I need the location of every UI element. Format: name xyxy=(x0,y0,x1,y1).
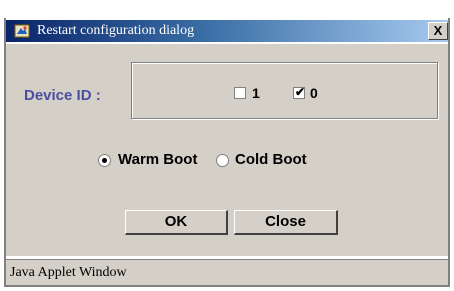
warm-boot-radio[interactable] xyxy=(98,154,111,167)
device-1-label: 1 xyxy=(252,85,260,101)
close-window-button[interactable]: X xyxy=(428,22,448,40)
cold-boot-radio[interactable] xyxy=(216,154,229,167)
window-border-right xyxy=(448,18,450,287)
dialog-window: Restart configuration dialog X Device ID… xyxy=(0,0,454,291)
check-mark-icon: ✔ xyxy=(294,85,306,99)
status-bar: Java Applet Window xyxy=(6,259,448,285)
window-border-bottom xyxy=(4,285,450,287)
warm-boot-label: Warm Boot xyxy=(118,151,198,168)
device-0-label: 0 xyxy=(310,85,318,101)
java-app-icon xyxy=(14,23,30,39)
device-0-checkbox[interactable]: ✔ xyxy=(293,85,306,99)
device-1-checkbox[interactable] xyxy=(234,87,246,99)
device-id-group: 1 ✔ 0 xyxy=(131,62,438,119)
ok-button[interactable]: OK xyxy=(125,210,228,235)
dialog-content: Device ID : 1 ✔ 0 Warm Boot Cold Boot OK… xyxy=(6,44,448,256)
device-id-label: Device ID : xyxy=(24,87,101,104)
status-text: Java Applet Window xyxy=(10,265,127,280)
title-bar[interactable]: Restart configuration dialog X xyxy=(6,20,448,42)
cold-boot-label: Cold Boot xyxy=(235,151,307,168)
radio-selected-dot xyxy=(102,158,107,163)
window-title: Restart configuration dialog xyxy=(37,23,195,38)
close-button[interactable]: Close xyxy=(234,210,338,235)
